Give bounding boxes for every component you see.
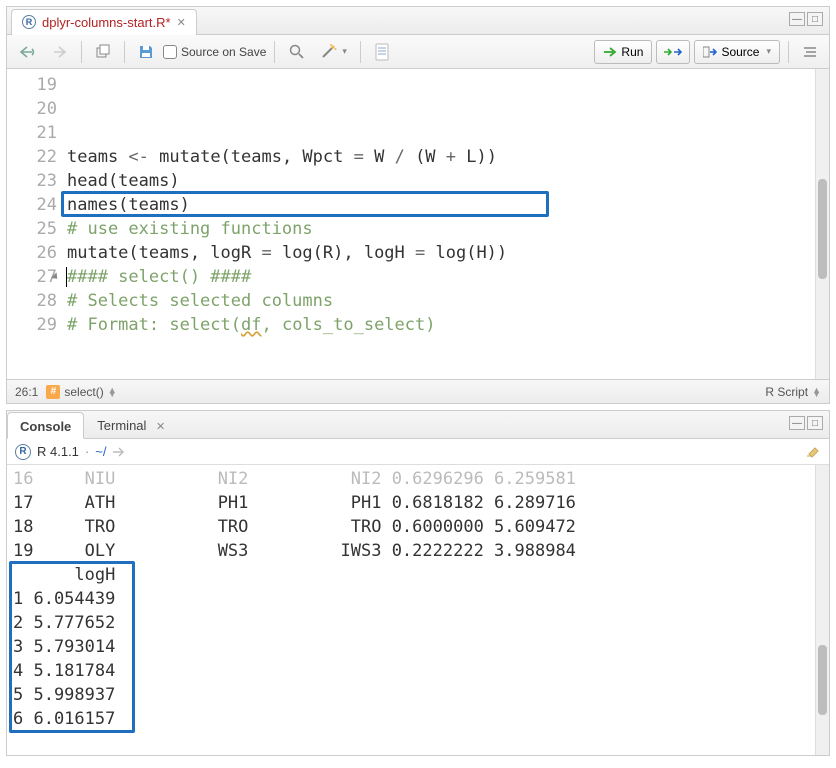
rerun-button[interactable] — [656, 40, 690, 64]
console-scrollbar[interactable] — [815, 465, 829, 755]
goto-dir-icon[interactable] — [112, 446, 126, 458]
source-button[interactable]: Source ▾ — [694, 40, 780, 64]
code-content: teams <- mutate(teams, Wpct = W / (W + L… — [67, 69, 815, 379]
source-icon — [703, 46, 717, 58]
code-tools-button[interactable]: ▾ — [315, 40, 352, 64]
working-dir[interactable]: ~/ — [95, 444, 106, 459]
sort-icon: ▲▼ — [108, 388, 117, 396]
sort-icon: ▲▼ — [812, 388, 821, 396]
close-icon[interactable]: ✕ — [156, 421, 165, 433]
console-pane: Console Terminal ✕ — □ R R 4.1.1 · ~/ 16… — [6, 410, 830, 756]
clear-console-icon[interactable] — [803, 442, 821, 461]
outline-section-label[interactable]: select() — [64, 385, 103, 399]
code-editor[interactable]: 1920212223242526272829 teams <- mutate(t… — [7, 69, 829, 379]
source-on-save-toggle[interactable]: Source on Save — [163, 45, 266, 59]
maximize-icon[interactable]: □ — [807, 12, 823, 26]
tab-terminal[interactable]: Terminal ✕ — [84, 411, 178, 438]
editor-statusbar: 26:1 # select() ▲▼ R Script ▲▼ — [7, 379, 829, 403]
console-tab-strip: Console Terminal ✕ — □ — [7, 411, 829, 439]
editor-tab[interactable]: R dplyr-columns-start.R* ✕ — [11, 9, 197, 35]
scrollbar-thumb[interactable] — [818, 179, 827, 279]
tab-console[interactable]: Console — [7, 412, 84, 439]
pane-window-controls: — □ — [789, 12, 823, 26]
r-file-icon: R — [22, 15, 36, 29]
run-icon — [603, 46, 617, 58]
tab-console-label: Console — [20, 419, 71, 434]
console-text: 16 NIU NI2 NI2 0.6296296 6.259581 17 ATH… — [7, 465, 815, 755]
console-header: R R 4.1.1 · ~/ — [7, 439, 829, 465]
close-icon[interactable]: ✕ — [177, 16, 186, 29]
editor-scrollbar[interactable] — [815, 69, 829, 379]
scrollbar-thumb[interactable] — [818, 645, 827, 715]
maximize-icon[interactable]: □ — [807, 416, 823, 430]
compile-report-button[interactable] — [369, 40, 395, 64]
back-button[interactable] — [13, 40, 41, 64]
popout-button[interactable] — [90, 40, 116, 64]
r-logo-icon: R — [15, 444, 31, 460]
forward-button[interactable] — [45, 40, 73, 64]
section-badge-icon: # — [46, 385, 60, 399]
outline-button[interactable] — [797, 40, 823, 64]
editor-tab-filename: dplyr-columns-start.R* — [42, 15, 171, 30]
r-version-label: R 4.1.1 — [37, 444, 79, 459]
minimize-icon[interactable]: — — [789, 416, 805, 430]
filetype-selector[interactable]: R Script ▲▼ — [765, 385, 821, 399]
checkbox-icon — [163, 45, 177, 59]
filetype-label: R Script — [765, 385, 808, 399]
cursor-position: 26:1 — [15, 385, 38, 399]
editor-tab-strip: R dplyr-columns-start.R* ✕ — □ — [7, 7, 829, 35]
minimize-icon[interactable]: — — [789, 12, 805, 26]
editor-toolbar: Source on Save ▾ Run Source ▾ — [7, 35, 829, 69]
rerun-icon — [663, 46, 683, 58]
line-gutter: 1920212223242526272829 — [7, 69, 67, 379]
editor-pane: R dplyr-columns-start.R* ✕ — □ Source on… — [6, 6, 830, 404]
find-button[interactable] — [283, 40, 311, 64]
console-output[interactable]: 16 NIU NI2 NI2 0.6296296 6.259581 17 ATH… — [7, 465, 829, 755]
pane-window-controls: — □ — [789, 416, 823, 430]
run-label: Run — [621, 45, 643, 59]
save-button[interactable] — [133, 40, 159, 64]
source-label: Source — [721, 45, 759, 59]
tab-terminal-label: Terminal — [97, 418, 146, 433]
run-button[interactable]: Run — [594, 40, 652, 64]
source-on-save-label: Source on Save — [181, 45, 266, 59]
